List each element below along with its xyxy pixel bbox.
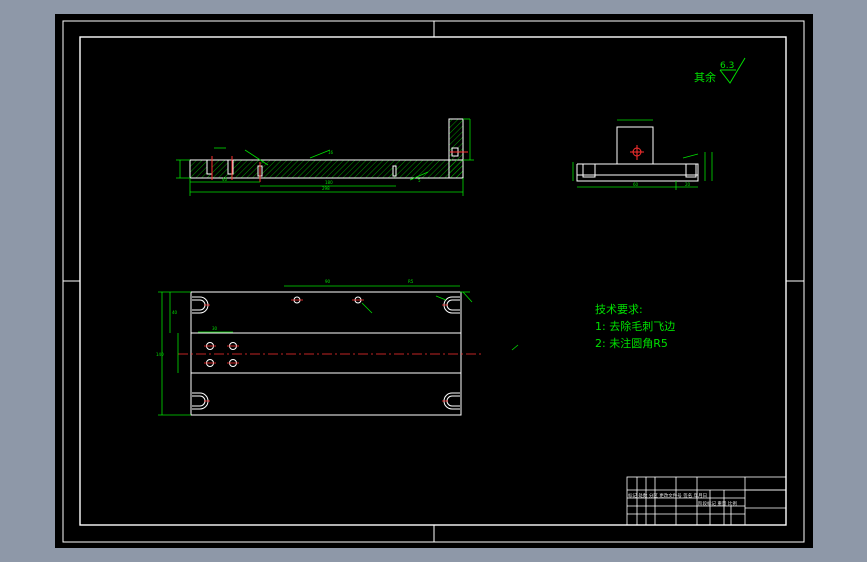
front-small-a: 16: [328, 150, 334, 155]
roughness-prefix: 其余: [694, 70, 716, 84]
drawing-sheet: [55, 14, 813, 548]
plan-top-dim-right: R5: [408, 279, 414, 284]
front-mid-length: 180: [325, 180, 333, 185]
plan-height: 140: [156, 352, 164, 357]
plan-dim-a: 40: [172, 310, 178, 315]
notes-item-2: 2: 未注圆角R5: [595, 336, 668, 350]
notes-item-1: 1: 去除毛刺飞边: [595, 319, 675, 333]
title-block-col-label: 阶段标记 重量 比例: [698, 500, 737, 507]
title-block-row-label: 标记 处数 分区 更改文件号 签名 年月日: [628, 492, 707, 499]
side-width: 60: [633, 182, 639, 187]
cad-drawing-canvas[interactable]: 298 180 40 16 5 60 20 90 R5 140 40 30 6.…: [0, 0, 867, 562]
plan-dim-b: 30: [212, 326, 218, 331]
plan-top-dim-left: 90: [325, 279, 331, 284]
front-left-length: 40: [222, 177, 228, 182]
side-offset: 20: [685, 182, 691, 187]
roughness-value: 6.3: [720, 61, 734, 71]
front-total-length: 298: [322, 186, 330, 191]
cad-viewer: 298 180 40 16 5 60 20 90 R5 140 40 30 6.…: [0, 0, 867, 562]
notes-title: 技术要求:: [595, 303, 643, 316]
